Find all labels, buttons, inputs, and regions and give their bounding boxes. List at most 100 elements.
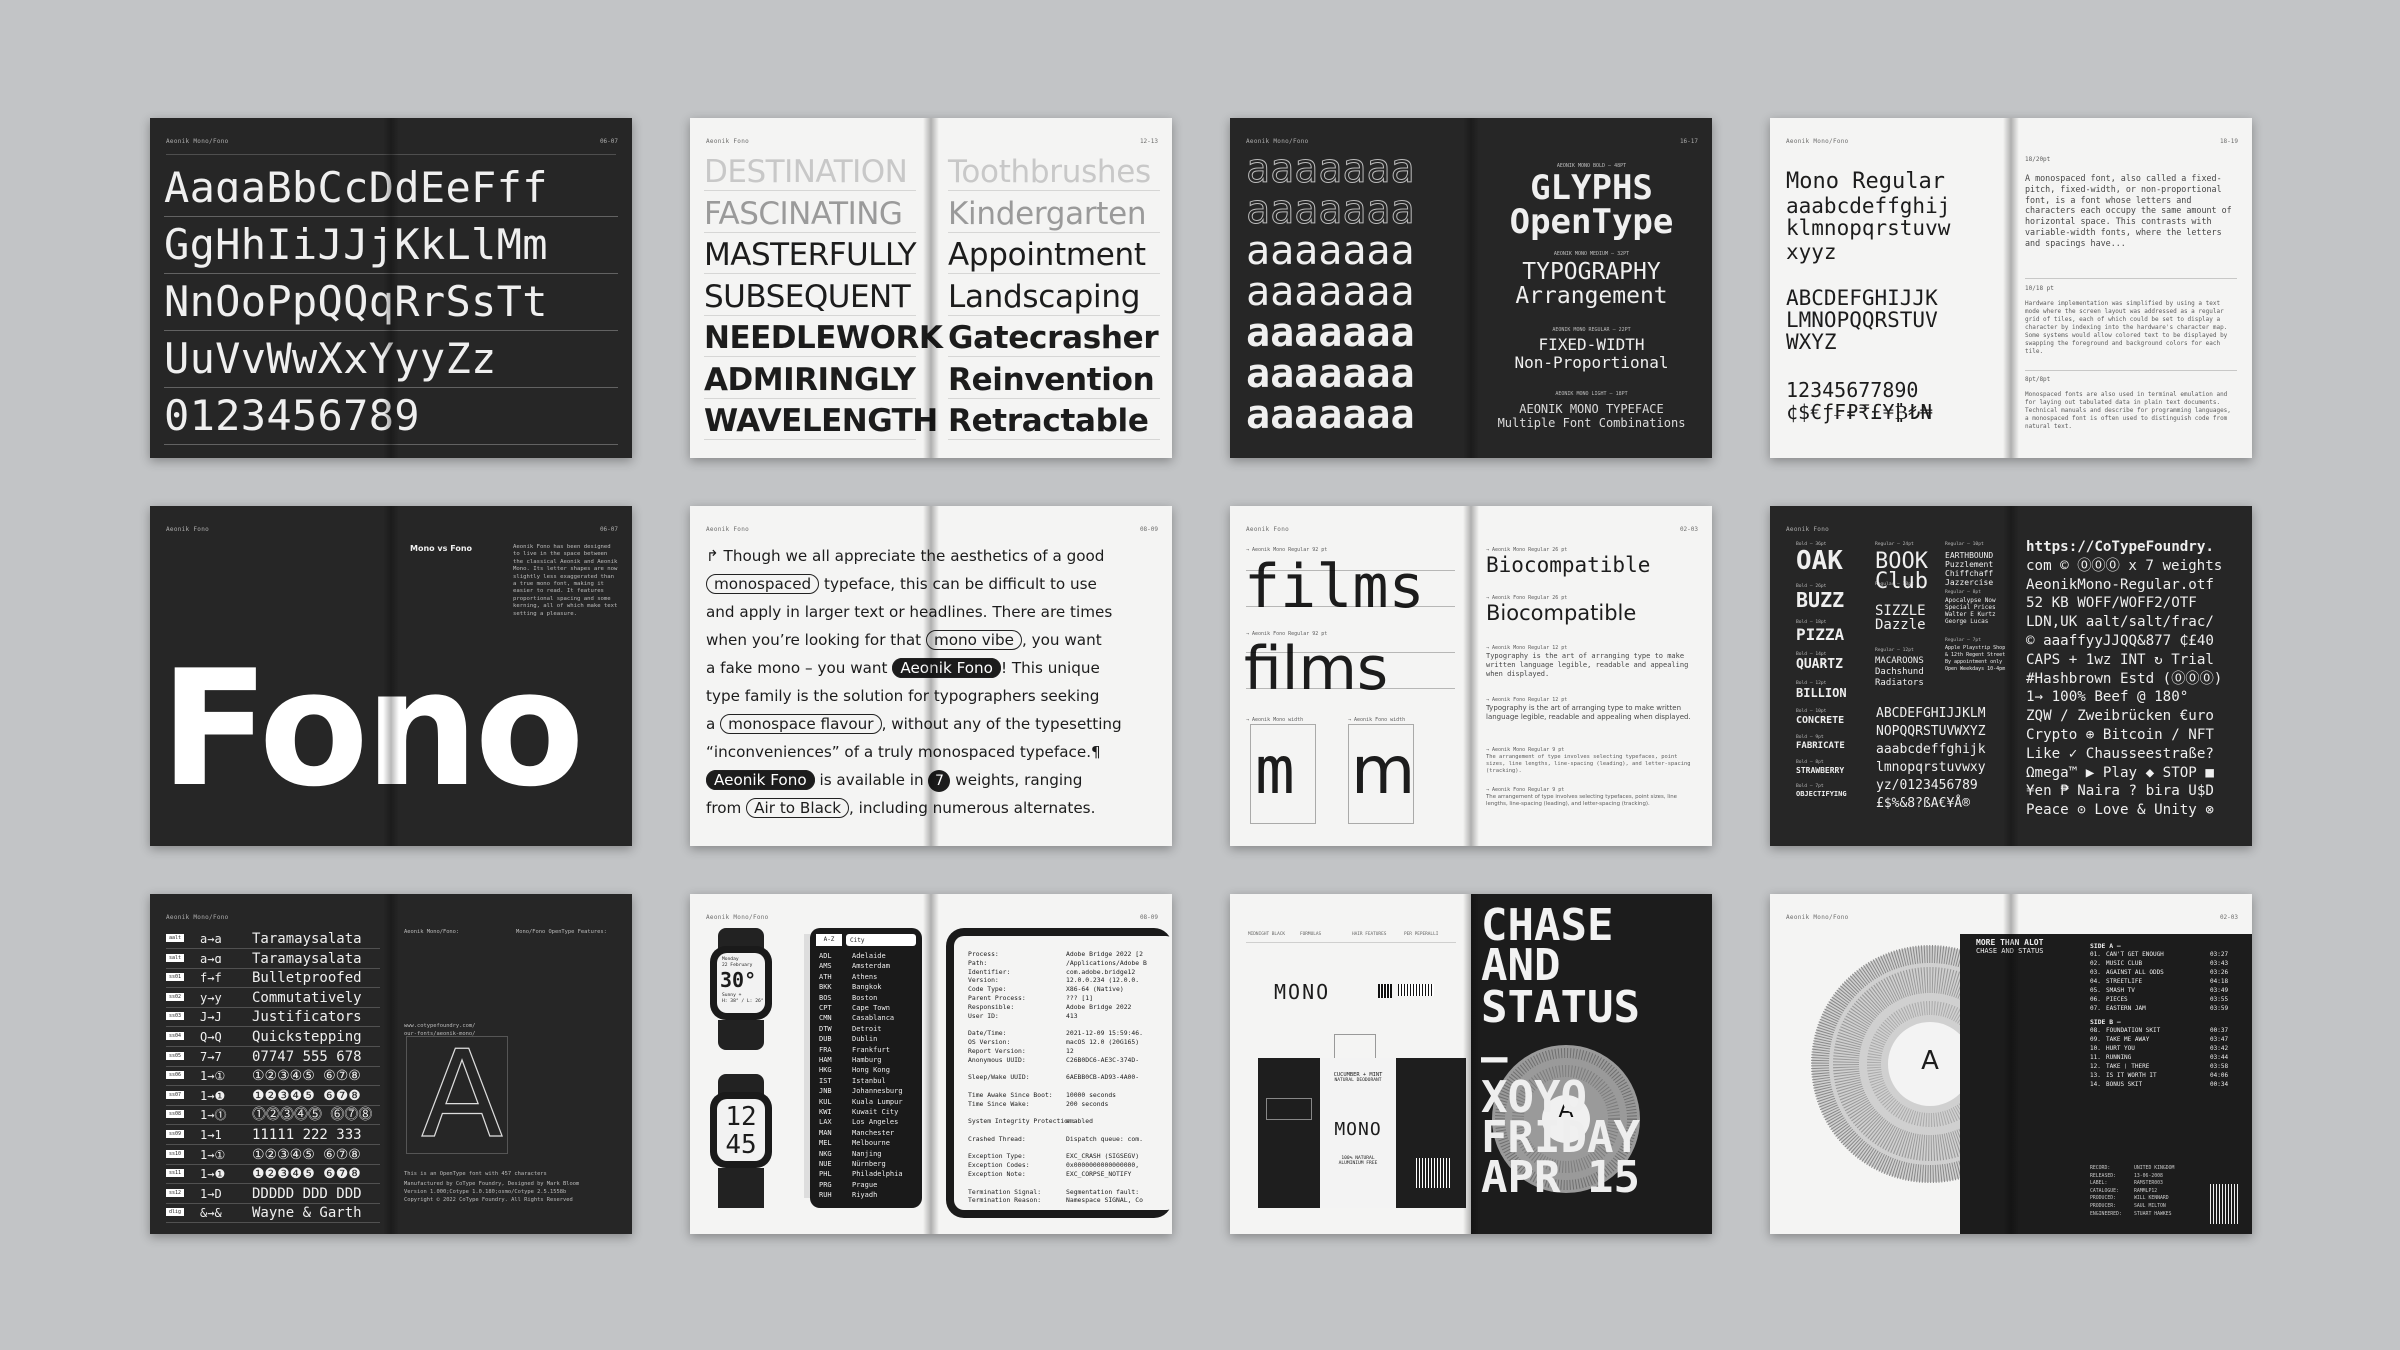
showcase-line: Crypto ⊕ Bitcoin / NFT [2026, 727, 2214, 743]
watch-face: 12 45 [710, 1092, 772, 1168]
track-number: 08. [2090, 1027, 2101, 1034]
width-box-mono: m [1250, 724, 1316, 824]
feature-tag: ss06 [166, 1071, 185, 1080]
airport-code: IST [819, 1076, 832, 1085]
row-rule [704, 397, 916, 399]
track-time: 03:27 [2210, 951, 2229, 958]
report-value: 12.0.0.234 (12.0.0. [1066, 976, 1140, 985]
airport-code: JNB [819, 1087, 832, 1096]
side-label: SIDE B — [2090, 1018, 2121, 1026]
glyph-box: A [406, 1030, 508, 1161]
report-key: User ID: [968, 1011, 999, 1020]
poster-line: APR 15 [1481, 1152, 1640, 1203]
airport-code: AMS [819, 962, 832, 971]
meta-value: RAMMLP12 [2134, 1188, 2158, 1194]
meta-key: LABEL: [2090, 1181, 2108, 1187]
specimen-line: 12345677890 [1786, 378, 1919, 402]
small-sample: Open Weekdays 10-4pm [1945, 666, 2006, 672]
airport-code: MEL [819, 1139, 832, 1148]
track-number: 10. [2090, 1045, 2101, 1052]
track-number: 01. [2090, 951, 2101, 958]
report-key: Exception Note: [968, 1170, 1026, 1178]
fixed-width-heading: FIXED-WIDTH [1538, 335, 1645, 354]
width-box-fono: m [1348, 724, 1415, 824]
arrangement-heading: Arrangement [1515, 283, 1668, 309]
track-number: 11. [2090, 1054, 2101, 1061]
feature-tag: ss03 [166, 1012, 185, 1021]
bold-sample: OAK [1796, 546, 1843, 576]
specimen-line: LMNOPQQRSTUV [1786, 308, 1938, 332]
watch-temp: 30° [720, 968, 757, 992]
track-time: 03:47 [2210, 1036, 2229, 1043]
caption: → Aeonik Fono Regular 12 pt [1486, 697, 1568, 703]
feature-row: aalt a→a Taramaysalata [166, 930, 380, 949]
booklet-films-comparison: Aeonik Fono 02-03 → Aeonik Mono Regular … [1230, 506, 1712, 846]
feature-row: ss09 1→1 11111 222 333 [166, 1126, 380, 1145]
track-time: 03:58 [2210, 1063, 2229, 1070]
feature-tag: ss08 [166, 1110, 185, 1119]
city-name: Adelaide [852, 952, 886, 960]
meta-value: 13-06-2008 [2134, 1173, 2163, 1179]
feature-row: ss06 1→① ①②③④⑤ ⑥⑦⑧ [166, 1067, 380, 1087]
feature-sample: DDDDD DDD DDD [252, 1185, 362, 1202]
feature-sample: Taramaysalata [252, 950, 362, 967]
booklet-devices: Aeonik Mono/Fono 08-09 Monday 22 Februar… [690, 894, 1172, 1234]
report-key: Parent Process: [968, 994, 1026, 1002]
page-header: Aeonik Mono/Fono [1786, 914, 1849, 921]
footer-line: Version 1.000;Cotype 1.0.180;osmo/Cotype… [404, 1189, 567, 1195]
airport-code: KUL [819, 1097, 832, 1106]
track-number: 09. [2090, 1036, 2101, 1043]
report-value: C26B0DC6-AE3C-374D- [1066, 1055, 1140, 1064]
weight-word: SUBSEQUENT [704, 278, 911, 315]
barcode-icon [2210, 1184, 2238, 1224]
city-name: Athens [852, 972, 878, 981]
row-rule [704, 314, 916, 316]
track-number: 04. [2090, 978, 2101, 985]
row-rule [704, 439, 916, 440]
weight-word: WAVELENGTH [704, 403, 938, 439]
page-header: Aeonik Fono [166, 526, 210, 533]
track-number: 03. [2090, 969, 2101, 976]
booklet-word-weights: Aeonik Fono 12-13 DESTINATION FASCINATING… [690, 118, 1172, 458]
feature-row: ss07 1→❶ ❶❷❸❹❺ ❻❼❽ [166, 1087, 380, 1106]
report-value: Namespace SIGNAL, Co [1066, 1196, 1143, 1205]
report-value: EXC_CRASH (SIGSEGV) [1066, 1152, 1140, 1161]
row-rule [948, 439, 1160, 440]
track-title: STREETLIFE [2106, 978, 2143, 985]
barcode-icon [1416, 1158, 1452, 1188]
booklet-glyphs-opentype: Aeonik Mono/Fono 16-17 aaaaaaa aaaaaaa aaa… [1230, 118, 1712, 458]
track-title: MUSIC CLUB [2106, 960, 2143, 967]
specimen-line: UuVvWwXxYyyZz [164, 334, 497, 383]
bold-sample: STRAWBERRY [1796, 766, 1845, 775]
mono-wordmark: MONO [1274, 980, 1331, 1004]
regular-sample: Dazzle [1875, 617, 1926, 633]
track-time: 03:55 [2210, 996, 2229, 1003]
meta-key: PRODUCED: [2090, 1196, 2116, 1202]
city-name: Hong Kong [852, 1066, 890, 1075]
specimen-line: ¢$€ƒ₣₽₹£¥₿₺₦ [1786, 400, 1933, 424]
airport-code: DUB [819, 1035, 832, 1044]
specs-title: Aeonik Mono/Fono: [404, 929, 460, 935]
nonprop-heading: Non-Proportional [1514, 353, 1669, 372]
right-page: → Aeonik Mono Regular 26 pt Biocompatibl… [1486, 506, 1700, 846]
booklet-opentype-features: Aeonik Mono/Fono aalt a→a Taramaysalata sal… [150, 894, 632, 1234]
booklet-spine [2003, 118, 2019, 458]
feature-row: ss05 7→7 07747 555 678 [166, 1048, 380, 1067]
caption: → Aeonik Fono Regular 9 pt [1486, 787, 1565, 793]
size-label: 8pt/8pt [2025, 376, 2051, 383]
track-title: EASTERN JAM [2106, 1005, 2146, 1012]
feature-demo: &→& [200, 1206, 222, 1221]
showcase-line: #Hashbrown Estd (⓪⓪⓪) [2026, 670, 2223, 687]
meta-value: SAUL MILTON [2134, 1204, 2166, 1209]
page-number: 08-09 [1139, 526, 1158, 533]
weight-word: NEEDLEWORK [704, 320, 943, 356]
weight-word: ADMIRINGLY [704, 361, 916, 398]
report-value: Adobe Bridge 2022 [2 [1066, 950, 1143, 958]
track-time: 00:37 [2210, 1027, 2229, 1034]
city-name: Manchester [852, 1128, 895, 1137]
list-title: A-Z [816, 934, 842, 946]
small-sample: Regular — 7pt [1945, 638, 1981, 643]
city-name: Frankfurt [852, 1045, 890, 1054]
bold-sample: OBJECTIFYING [1796, 790, 1847, 798]
showcase-line: 1→ 100% Beef @ 180° [2026, 689, 2189, 706]
